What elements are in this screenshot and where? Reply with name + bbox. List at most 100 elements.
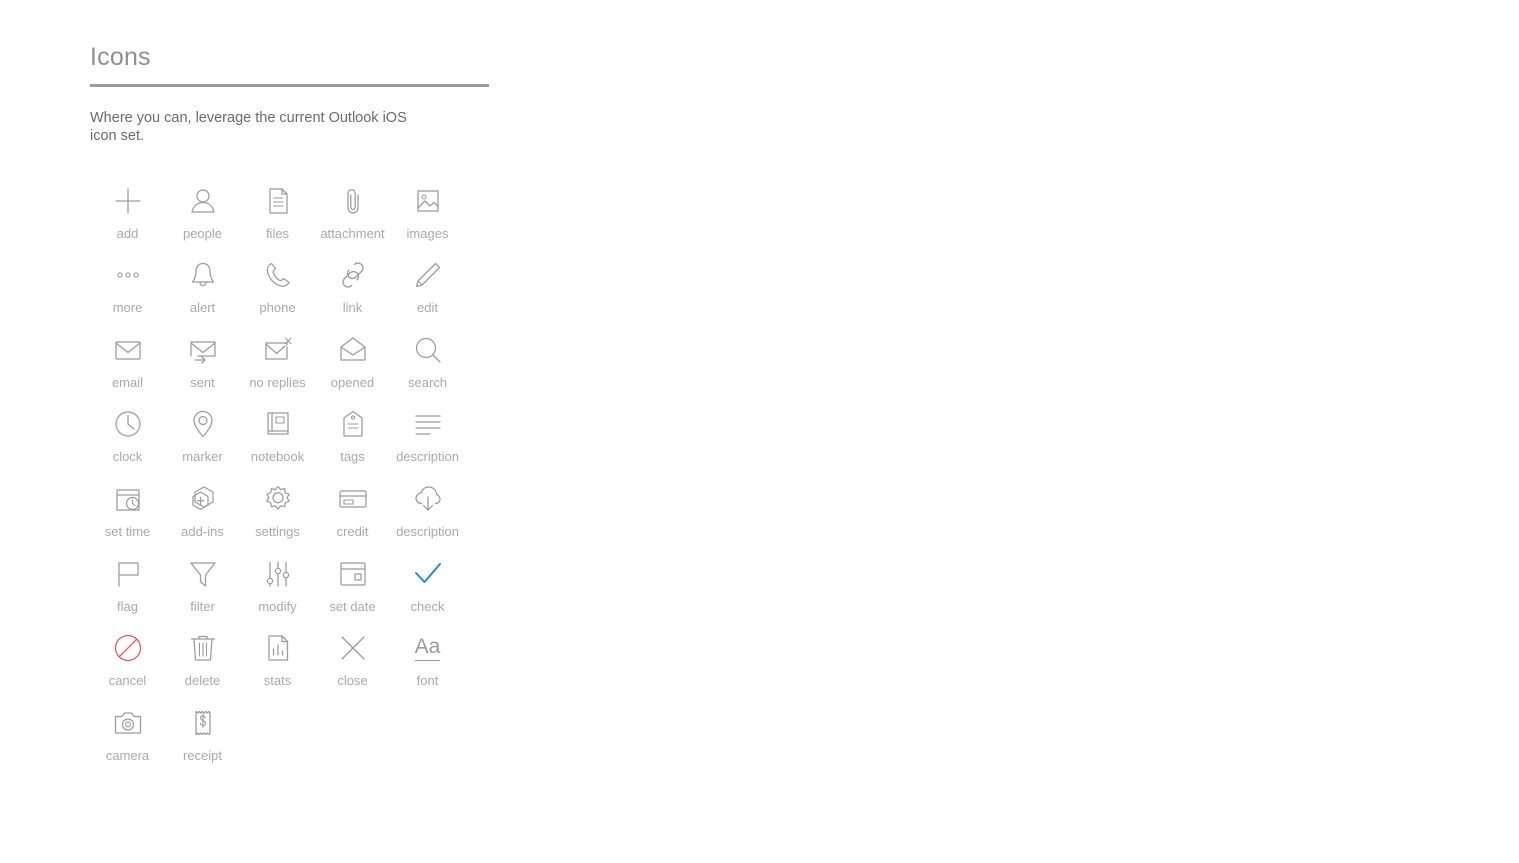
cloud-download-icon (405, 476, 451, 522)
icon-cell-set-date[interactable]: set date (315, 551, 390, 615)
icon-label: credit (336, 523, 369, 539)
x-icon (330, 625, 376, 671)
bell-icon (180, 252, 226, 298)
credit-card-icon (330, 476, 376, 522)
icon-cell-more[interactable]: more (90, 252, 165, 316)
icon-label: settings (255, 523, 300, 539)
icon-cell-set-time[interactable]: set time (90, 476, 165, 540)
icon-label: no replies (249, 374, 306, 390)
icon-label: stats (263, 673, 292, 689)
icon-label: cancel (108, 673, 147, 689)
tag-icon (330, 401, 376, 447)
icon-label: phone (259, 300, 296, 316)
icon-cell-attachment[interactable]: attachment (315, 178, 390, 242)
icon-cell-no-replies[interactable]: no replies (240, 327, 315, 391)
person-icon (180, 178, 226, 224)
icon-cell-search[interactable]: search (390, 327, 465, 391)
icon-cell-add-ins[interactable]: add-ins (165, 476, 240, 540)
icon-label: email (111, 374, 144, 390)
icon-label: images (406, 225, 449, 241)
ellipsis-icon (105, 252, 151, 298)
icon-cell-email[interactable]: email (90, 327, 165, 391)
icon-cell-files[interactable]: files (240, 178, 315, 242)
envelope-open-icon (330, 327, 376, 373)
icon-label: check (410, 598, 445, 614)
icon-cell-notebook[interactable]: notebook (240, 401, 315, 465)
icon-cell-credit[interactable]: credit (315, 476, 390, 540)
icon-cell-font[interactable]: Aa font (390, 625, 465, 689)
icon-cell-clock[interactable]: clock (90, 401, 165, 465)
magnifier-icon (405, 327, 451, 373)
icon-label: filter (190, 598, 215, 614)
icon-label: add (116, 225, 139, 241)
page-title: Icons (90, 43, 151, 71)
hexagon-plus-icon (180, 476, 226, 522)
icon-label: set date (329, 598, 376, 614)
plus-icon (105, 178, 151, 224)
icon-cell-settings[interactable]: settings (240, 476, 315, 540)
icon-label: set time (104, 523, 151, 539)
icon-cell-close[interactable]: close (315, 625, 390, 689)
envelope-x-icon (255, 327, 301, 373)
icon-label: close (337, 673, 368, 689)
icon-cell-cancel[interactable]: cancel (90, 625, 165, 689)
icon-cell-check[interactable]: check (390, 551, 465, 615)
icon-cell-marker[interactable]: marker (165, 401, 240, 465)
icon-cell-description[interactable]: description (390, 401, 465, 465)
icon-cell-camera[interactable]: camera (90, 700, 165, 764)
icon-cell-add[interactable]: add (90, 178, 165, 242)
calendar-clock-icon (105, 476, 151, 522)
icon-label: sent (190, 374, 215, 390)
icon-cell-description[interactable]: description (390, 476, 465, 540)
phone-icon (255, 252, 301, 298)
icon-cell-images[interactable]: images (390, 178, 465, 242)
icon-label: alert (189, 300, 216, 316)
sliders-icon (255, 551, 301, 597)
notebook-icon (255, 401, 301, 447)
icon-label: files (265, 225, 290, 241)
icon-label: camera (105, 747, 150, 763)
document-icon (255, 178, 301, 224)
link-icon (330, 252, 376, 298)
icon-label: more (112, 300, 143, 316)
icon-label: font (416, 673, 439, 689)
icon-label: attachment (320, 225, 385, 241)
icon-cell-alert[interactable]: alert (165, 252, 240, 316)
icon-label: delete (184, 673, 221, 689)
icon-label: modify (258, 598, 297, 614)
title-divider (90, 83, 489, 87)
receipt-icon (180, 700, 226, 746)
trash-icon (180, 625, 226, 671)
calendar-icon (330, 551, 376, 597)
icon-cell-receipt[interactable]: receipt (165, 700, 240, 764)
icon-label: marker (182, 449, 223, 465)
icon-cell-flag[interactable]: flag (90, 551, 165, 615)
icon-label: clock (112, 449, 143, 465)
icon-cell-sent[interactable]: sent (165, 327, 240, 391)
icon-cell-link[interactable]: link (315, 252, 390, 316)
icon-cell-tags[interactable]: tags (315, 401, 390, 465)
icon-label: description (396, 523, 459, 539)
icons-page: Icons Where you can, leverage the curren… (90, 43, 490, 764)
gear-icon (255, 476, 301, 522)
icon-cell-delete[interactable]: delete (165, 625, 240, 689)
icon-label: edit (417, 300, 438, 316)
picture-icon (405, 178, 451, 224)
icon-label: description (396, 449, 459, 465)
icon-cell-stats[interactable]: stats (240, 625, 315, 689)
icon-grid: add people files attachment images more alert p… (90, 178, 490, 764)
icon-label: search (407, 374, 448, 390)
map-pin-icon (180, 401, 226, 447)
icon-cell-filter[interactable]: filter (165, 551, 240, 615)
icon-cell-opened[interactable]: opened (315, 327, 390, 391)
icon-label: opened (330, 374, 375, 390)
icon-cell-people[interactable]: people (165, 178, 240, 242)
flag-icon (105, 551, 151, 597)
envelope-icon (105, 327, 151, 373)
icon-cell-edit[interactable]: edit (390, 252, 465, 316)
icon-label: link (342, 300, 363, 316)
icon-cell-modify[interactable]: modify (240, 551, 315, 615)
icon-cell-phone[interactable]: phone (240, 252, 315, 316)
chart-document-icon (255, 625, 301, 671)
icon-label: flag (117, 598, 138, 614)
